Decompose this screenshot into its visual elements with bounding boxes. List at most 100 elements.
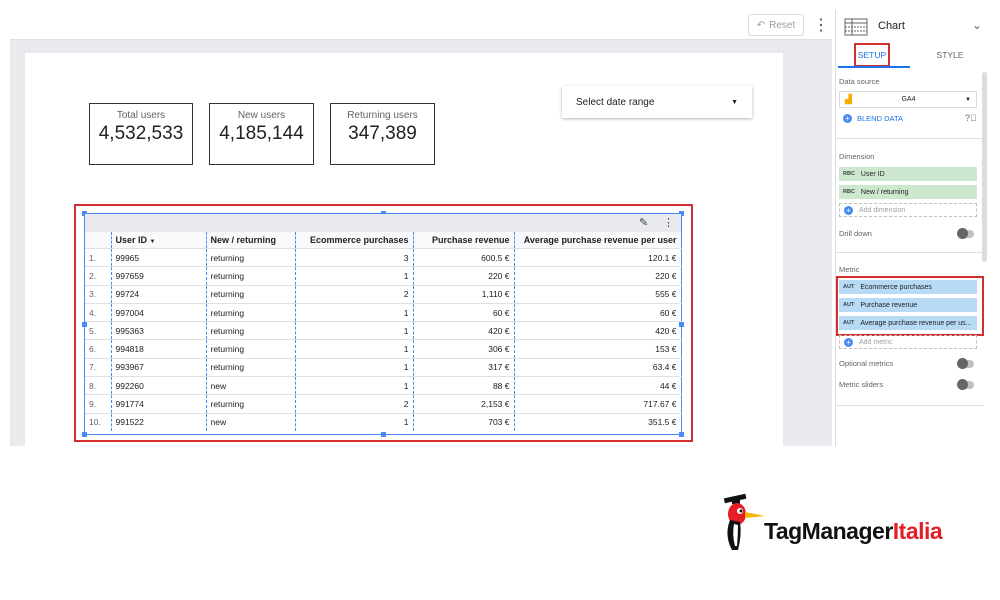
- edit-pencil-icon[interactable]: ✎: [639, 216, 648, 229]
- table-cell: returning: [206, 321, 296, 340]
- table-cell: 992260: [111, 376, 207, 395]
- scorecard-returning-users[interactable]: Returning users 347,389: [330, 103, 435, 165]
- row-index: 9.: [85, 394, 112, 414]
- brand-logo-text: TagManagerItalia: [764, 518, 943, 544]
- divider: [836, 252, 984, 253]
- more-options-icon[interactable]: ⋮: [663, 216, 674, 229]
- table-cell: 2,153 €: [413, 394, 515, 414]
- row-index: 10.: [85, 412, 112, 431]
- chevron-down-icon[interactable]: ⌄: [972, 18, 982, 32]
- table-body-wrapper: User ID ▼ New / returning Ecommerce purc…: [85, 232, 682, 431]
- table-cell: returning: [206, 302, 296, 322]
- table-cell: returning: [206, 394, 296, 414]
- table-cell: 351.5 €: [514, 412, 682, 431]
- table-cell: 1: [295, 266, 414, 286]
- table-cell: 717.67 €: [514, 394, 682, 414]
- table-cell: 99965: [111, 247, 207, 267]
- table-cell: returning: [206, 357, 296, 377]
- column-header-purchase-revenue[interactable]: Purchase revenue: [413, 232, 515, 249]
- table-row[interactable]: 4. 997004 returning 1 60 €60 €: [85, 302, 682, 322]
- table-row[interactable]: 7. 993967 returning 1 317 €63.4 €: [85, 357, 682, 377]
- table-cell: 703 €: [413, 412, 515, 431]
- table-cell: returning: [206, 284, 296, 304]
- index-header: [85, 232, 112, 249]
- resize-handle[interactable]: [679, 432, 684, 437]
- resize-handle[interactable]: [381, 432, 386, 437]
- row-index: 2.: [85, 266, 112, 286]
- table-cell: 1: [295, 339, 414, 359]
- drill-down-toggle[interactable]: [957, 228, 974, 239]
- table-row[interactable]: 3. 99724 returning 2 1,110 €555 €: [85, 284, 682, 304]
- data-source-title: Data source: [839, 77, 880, 86]
- scorecard-new-users[interactable]: New users 4,185,144: [209, 103, 314, 165]
- report-toolbar: [10, 10, 832, 40]
- resize-handle[interactable]: [82, 432, 87, 437]
- table-cell: returning: [206, 266, 296, 286]
- panel-header: Chart ⌄: [836, 14, 990, 40]
- table-row[interactable]: 2. 997659 returning 1 220 €220 €: [85, 266, 682, 286]
- help-icon[interactable]: ?⃝: [965, 113, 977, 123]
- date-range-label: Select date range: [576, 96, 655, 108]
- metric-highlight-outline: [836, 276, 984, 336]
- reset-button[interactable]: ↶ Reset: [748, 14, 804, 36]
- table-cell: 600.5 €: [413, 247, 515, 267]
- woodpecker-logo-icon: [723, 493, 765, 550]
- row-index: 3.: [85, 284, 112, 304]
- table-cell: 994818: [111, 339, 207, 359]
- metric-sliders-toggle[interactable]: [957, 379, 974, 390]
- table-cell: returning: [206, 339, 296, 359]
- table-cell: 997004: [111, 302, 207, 322]
- tab-setup[interactable]: SETUP: [854, 43, 890, 67]
- table-toolbar: ✎ ⋮: [85, 214, 681, 232]
- table-chart-icon: [844, 18, 868, 36]
- add-icon: +: [843, 114, 852, 123]
- tab-style[interactable]: STYLE: [930, 44, 970, 66]
- dimension-chip-new-returning[interactable]: RBC New / returning: [839, 185, 977, 199]
- blend-data-button[interactable]: + BLEND DATA: [843, 114, 903, 123]
- row-index: 5.: [85, 321, 112, 340]
- table-cell: 99724: [111, 284, 207, 304]
- more-options-icon[interactable]: ⋮: [813, 14, 829, 36]
- table-cell: 88 €: [413, 376, 515, 395]
- drill-down-label: Drill down: [839, 229, 872, 238]
- table-cell: 1: [295, 302, 414, 322]
- divider: [836, 405, 984, 406]
- column-header-user-id[interactable]: User ID ▼: [111, 232, 207, 249]
- table-cell: 997659: [111, 266, 207, 286]
- table-cell: 1: [295, 357, 414, 377]
- add-dimension-button[interactable]: + Add dimension: [839, 203, 977, 217]
- table-cell: 420 €: [413, 321, 515, 340]
- dimension-title: Dimension: [839, 152, 875, 161]
- table-row[interactable]: 8. 992260 new 1 88 €44 €: [85, 376, 682, 395]
- table-cell: 60 €: [514, 302, 682, 322]
- table-row[interactable]: 9. 991774 returning 2 2,153 €717.67 €: [85, 394, 682, 414]
- table-cell: 2: [295, 284, 414, 304]
- scorecard-label: Total users: [116, 110, 166, 121]
- panel-scrollbar[interactable]: [982, 72, 987, 262]
- table-row[interactable]: 10. 991522 new 1 703 €351.5 €: [85, 412, 682, 431]
- scorecard-total-users[interactable]: Total users 4,532,533: [89, 103, 193, 165]
- column-header-avg-purchase-revenue[interactable]: Average purchase revenue per user: [514, 232, 682, 249]
- table-cell: 3: [295, 247, 414, 267]
- column-header-ecommerce-purchases[interactable]: Ecommerce purchases: [295, 232, 414, 249]
- row-index: 6.: [85, 339, 112, 359]
- dimension-chip-user-id[interactable]: RBC User ID: [839, 167, 977, 181]
- table-cell: 991522: [111, 412, 207, 431]
- table-cell: new: [206, 412, 296, 431]
- add-metric-button[interactable]: + Add metric: [839, 335, 977, 349]
- data-source-selector[interactable]: ▟ GA4 ▼: [839, 91, 977, 108]
- table-row[interactable]: 5. 995363 returning 1 420 €420 €: [85, 321, 682, 340]
- metric-sliders-label: Metric sliders: [839, 380, 884, 389]
- optional-metrics-toggle[interactable]: [957, 358, 974, 369]
- scorecard-value: 347,389: [348, 123, 417, 144]
- sort-desc-icon: ▼: [149, 239, 156, 245]
- analytics-icon: ▟: [845, 94, 852, 104]
- date-range-control[interactable]: Select date range ▼: [562, 86, 752, 118]
- column-header-new-returning[interactable]: New / returning: [206, 232, 296, 249]
- row-index: 7.: [85, 357, 112, 377]
- table-cell: 993967: [111, 357, 207, 377]
- table-cell: 306 €: [413, 339, 515, 359]
- active-tab-indicator: [838, 66, 910, 68]
- table-row[interactable]: 1. 99965 returning 3 600.5 €120.1 €: [85, 247, 682, 267]
- table-row[interactable]: 6. 994818 returning 1 306 €153 €: [85, 339, 682, 359]
